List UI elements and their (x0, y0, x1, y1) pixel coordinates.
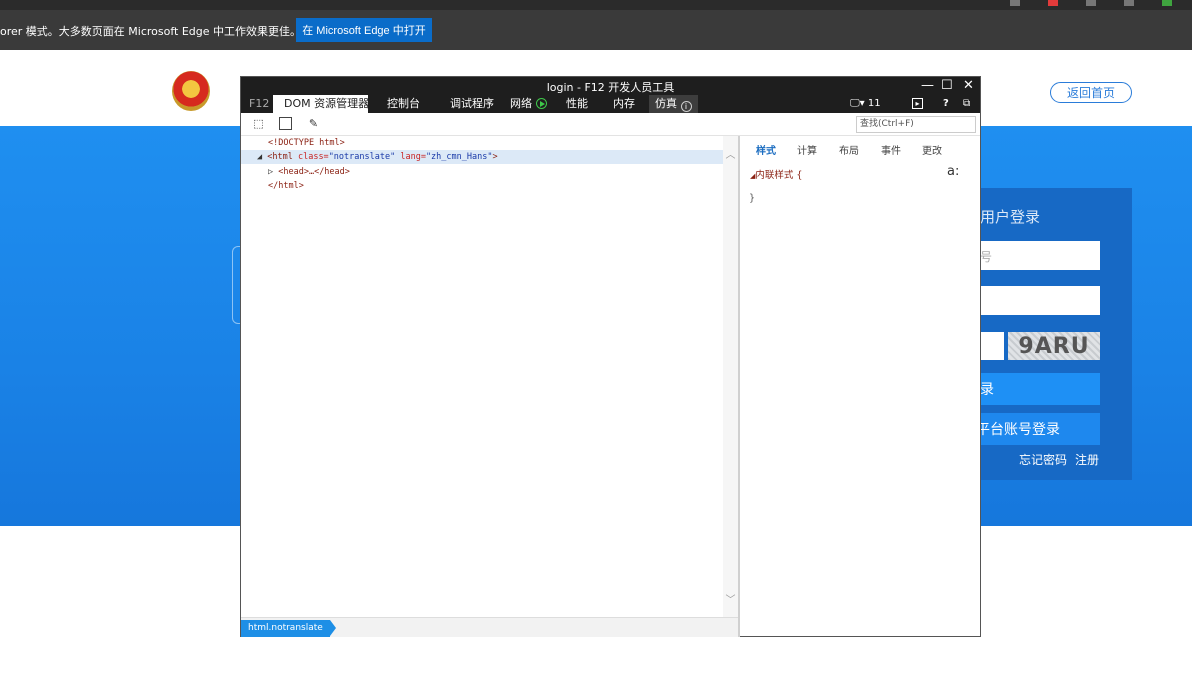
close-button[interactable]: ✕ (963, 78, 974, 93)
styles-pane: ◢内联样式 { } a: (740, 162, 980, 612)
minimize-button[interactable]: — (921, 78, 934, 93)
tab-emulation[interactable]: 仿真 i (649, 95, 698, 113)
tab-performance[interactable]: 性能 (566, 95, 588, 113)
select-element-icon[interactable]: ⬚ (252, 117, 265, 130)
ie-mode-infobar: orer 模式。大多数页面在 Microsoft Edge 中工作效果更佳。 在… (0, 10, 1192, 50)
pseudo-class-toggle-icon[interactable]: a: (947, 164, 959, 179)
undock-icon[interactable]: ⧉ (963, 95, 970, 113)
username-placeholder: 号 (980, 250, 993, 264)
html-lang-attr: lang= (400, 152, 426, 162)
home-link[interactable]: 返回首页 (1050, 82, 1132, 103)
document-mode-value: 11 (867, 98, 881, 109)
expand-arrow-icon[interactable]: ▷ (268, 167, 273, 177)
scroll-up-icon[interactable]: ︿ (723, 146, 738, 161)
password-input[interactable] (976, 286, 1100, 315)
close-brace: } (749, 193, 756, 204)
highlight-element-icon[interactable] (279, 117, 292, 130)
html-class-attr: class= (297, 152, 329, 162)
tab-events[interactable]: 事件 (881, 142, 901, 157)
console-toggle-icon[interactable]: ▸ (912, 98, 923, 109)
maximize-button[interactable]: ☐ (941, 78, 953, 93)
tab-computed[interactable]: 计算 (797, 142, 817, 157)
tab-changes[interactable]: 更改 (922, 142, 942, 157)
dom-node-head[interactable]: ▷ <head>…</head> (241, 165, 723, 179)
device-emulation-control[interactable]: 🖵▾ 11 (850, 95, 881, 113)
toolbar-icon[interactable] (1162, 0, 1172, 6)
collapse-arrow-icon[interactable]: ◢ (257, 152, 262, 162)
tab-console[interactable]: 控制台 (387, 95, 420, 113)
html-open-tag: <html (267, 152, 293, 162)
monitor-icon: 🖵▾ (850, 98, 865, 109)
toolbar-icon[interactable] (1010, 0, 1020, 6)
username-input[interactable]: 号 (976, 241, 1100, 270)
tab-network[interactable]: 网络 (510, 95, 547, 113)
tab-layout[interactable]: 布局 (839, 142, 859, 157)
breadcrumb-item[interactable]: html.notranslate (241, 620, 336, 637)
browser-toolbar-strip (0, 0, 1192, 10)
devtools-tabbar: F12 DOM 资源管理器 控制台 调试程序 网络 性能 内存 仿真 i 🖵▾ … (241, 95, 980, 113)
style-tabbar: 样式 计算 布局 事件 更改 (740, 138, 980, 160)
tab-debugger[interactable]: 调试程序 (450, 95, 494, 113)
dom-scrollbar[interactable]: ︿ ﹀ (723, 136, 738, 617)
tab-emulation-label: 仿真 (655, 97, 677, 110)
toolbar-icon[interactable] (1086, 0, 1096, 6)
login-button[interactable]: 录 (976, 373, 1100, 405)
html-close-tag: </html> (268, 181, 304, 191)
open-in-edge-button[interactable]: 在 Microsoft Edge 中打开 (296, 18, 432, 42)
play-icon (535, 98, 547, 109)
tab-dom-explorer[interactable]: DOM 资源管理器 (273, 95, 369, 113)
forgot-password-link[interactable]: 忘记密码 (1019, 451, 1067, 468)
devtools-titlebar: login - F12 开发人员工具 — ☐ ✕ (241, 77, 980, 95)
tab-styles[interactable]: 样式 (756, 142, 776, 157)
info-icon: i (680, 101, 692, 112)
captcha-image[interactable]: 9ARU (1008, 332, 1100, 360)
inline-styles-text: 内联样式 { (755, 170, 803, 181)
inline-styles-label[interactable]: ◢内联样式 { (750, 167, 802, 181)
toolbar-icon[interactable] (1124, 0, 1134, 6)
national-emblem-logo (172, 71, 210, 111)
devtools-window: login - F12 开发人员工具 — ☐ ✕ F12 DOM 资源管理器 控… (240, 76, 981, 637)
platform-login-button[interactable]: 平台账号登录 (976, 413, 1100, 445)
dom-node-html[interactable]: ◢ <html class="notranslate" lang="zh_cmn… (241, 150, 723, 164)
head-collapsed-text: <head>…</head> (278, 167, 350, 177)
toolbar-icon[interactable] (1048, 0, 1058, 6)
dom-node-doctype[interactable]: <!DOCTYPE html> (241, 136, 723, 150)
tab-memory[interactable]: 内存 (613, 95, 635, 113)
breadcrumb: html.notranslate (241, 617, 738, 637)
html-close-bracket: > (492, 152, 498, 162)
doctype-text: <!DOCTYPE html> (268, 138, 345, 148)
dom-toolbar: ⬚ ✎ 查找(Ctrl+F) (241, 113, 980, 136)
find-input[interactable]: 查找(Ctrl+F) (856, 116, 976, 133)
tab-network-label: 网络 (510, 97, 532, 110)
html-lang-value: "zh_cmn_Hans" (425, 152, 493, 162)
tab-f12[interactable]: F12 (249, 95, 269, 113)
scroll-down-icon[interactable]: ﹀ (723, 591, 738, 606)
login-title: 用户登录 (980, 208, 1041, 226)
html-class-value: "notranslate" (328, 152, 396, 162)
color-picker-icon[interactable]: ✎ (307, 117, 320, 130)
infobar-message: orer 模式。大多数页面在 Microsoft Edge 中工作效果更佳。 (0, 25, 302, 38)
register-link[interactable]: 注册 (1075, 451, 1099, 468)
help-icon[interactable]: ? (943, 95, 949, 113)
dom-node-html-close[interactable]: </html> (241, 179, 723, 193)
devtools-title: login - F12 开发人员工具 (546, 81, 675, 94)
dom-tree: <!DOCTYPE html> ◢ <html class="notransla… (241, 136, 738, 617)
